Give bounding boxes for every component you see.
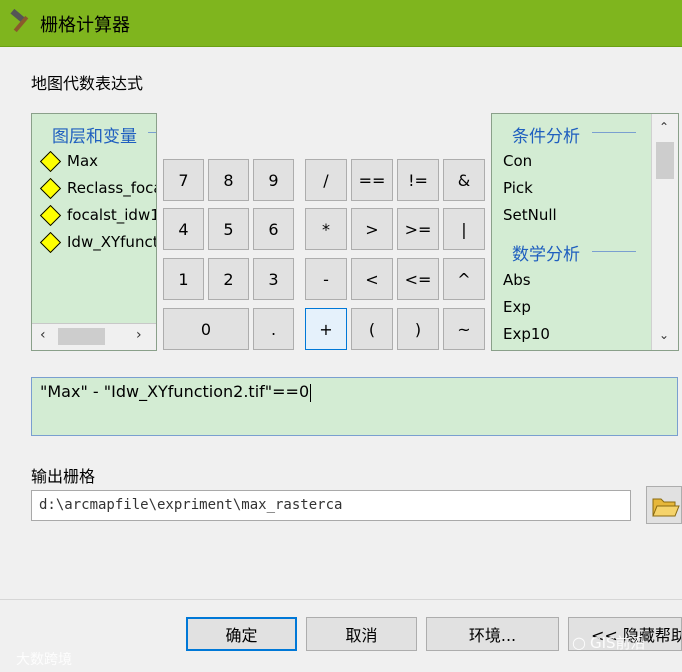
key-greater-equal[interactable]: >= <box>397 208 439 250</box>
watermark-left: 大数跨境 <box>16 649 72 669</box>
key-1[interactable]: 1 <box>163 258 204 300</box>
function-item[interactable]: Exp10 <box>503 325 550 343</box>
key-8[interactable]: 8 <box>208 159 249 201</box>
layer-item[interactable]: focalst_idw1 <box>39 204 157 226</box>
key-greater[interactable]: > <box>351 208 393 250</box>
scrollbar-thumb[interactable] <box>58 328 105 345</box>
key-less-equal[interactable]: <= <box>397 258 439 300</box>
function-item[interactable]: SetNull <box>503 206 557 224</box>
chevron-left-icon[interactable]: ‹ <box>40 327 46 343</box>
key-2[interactable]: 2 <box>208 258 249 300</box>
chevron-down-icon[interactable]: ⌄ <box>659 328 669 342</box>
key-or[interactable]: | <box>443 208 485 250</box>
key-divide[interactable]: / <box>305 159 347 201</box>
open-folder-icon <box>652 498 680 517</box>
watermark-right: ○ GIS前沿 <box>572 632 646 653</box>
output-raster-label: 输出栅格 <box>31 467 96 486</box>
key-7[interactable]: 7 <box>163 159 204 201</box>
window-title: 栅格计算器 <box>40 15 130 36</box>
key-multiply[interactable]: * <box>305 208 347 250</box>
key-3[interactable]: 3 <box>253 258 294 300</box>
raster-layer-icon <box>39 231 62 253</box>
key-6[interactable]: 6 <box>253 208 294 250</box>
wechat-icon: ○ <box>572 633 586 652</box>
key-not[interactable]: ~ <box>443 308 485 350</box>
key-decimal[interactable]: . <box>253 308 294 350</box>
environments-button[interactable]: 环境... <box>426 617 559 651</box>
key-open-paren[interactable]: ( <box>351 308 393 350</box>
header-rule <box>148 132 156 133</box>
ok-button[interactable]: 确定 <box>186 617 297 651</box>
output-raster-input[interactable]: d:\arcmapfile\expriment\max_rasterca <box>31 490 631 521</box>
chevron-up-icon[interactable]: ⌃ <box>659 120 669 134</box>
layer-item[interactable]: Idw_XYfunct <box>39 231 157 253</box>
chevron-right-icon[interactable]: › <box>136 327 142 343</box>
hammer-icon <box>10 9 29 33</box>
layers-header: 图层和变量 <box>52 127 137 147</box>
section-header: 条件分析 <box>512 127 580 147</box>
map-algebra-label: 地图代数表达式 <box>31 74 144 93</box>
header-rule <box>592 251 636 252</box>
layer-item[interactable]: Max <box>39 150 99 172</box>
key-minus[interactable]: - <box>305 258 347 300</box>
key-plus[interactable]: + <box>305 308 347 350</box>
key-9[interactable]: 9 <box>253 159 294 201</box>
key-0[interactable]: 0 <box>163 308 249 350</box>
expression-textbox[interactable]: "Max" - "Idw_XYfunction2.tif"==0 <box>31 377 678 436</box>
key-equal[interactable]: == <box>351 159 393 201</box>
functions-list[interactable]: 条件分析 Con Pick SetNull 数学分析 Abs Exp Exp10… <box>491 113 679 351</box>
key-not-equal[interactable]: != <box>397 159 439 201</box>
section-header: 数学分析 <box>512 245 580 265</box>
scrollbar-thumb[interactable] <box>656 142 674 179</box>
layers-variables-list[interactable]: 图层和变量 Max Reclass_foca focalst_idw1 Idw_… <box>31 113 157 351</box>
divider <box>0 599 682 600</box>
key-close-paren[interactable]: ) <box>397 308 439 350</box>
layer-item[interactable]: Reclass_foca <box>39 177 157 199</box>
layer-name: Idw_XYfunct <box>67 233 157 251</box>
function-item[interactable]: Abs <box>503 271 531 289</box>
raster-layer-icon <box>39 204 62 226</box>
layer-name: Max <box>67 152 99 170</box>
title-bar: 栅格计算器 <box>0 0 682 46</box>
key-xor[interactable]: ^ <box>443 258 485 300</box>
key-less[interactable]: < <box>351 258 393 300</box>
cancel-button[interactable]: 取消 <box>306 617 417 651</box>
function-item[interactable]: Exp <box>503 298 531 316</box>
layer-name: focalst_idw1 <box>67 206 157 224</box>
key-4[interactable]: 4 <box>163 208 204 250</box>
watermark-right-text: GIS前沿 <box>589 634 646 652</box>
browse-button[interactable] <box>646 486 682 524</box>
key-and[interactable]: & <box>443 159 485 201</box>
watermark-left-text: 大数跨境 <box>16 652 72 668</box>
key-5[interactable]: 5 <box>208 208 249 250</box>
horizontal-scrollbar[interactable]: ‹ › <box>32 323 156 350</box>
function-item[interactable]: Con <box>503 152 532 170</box>
vertical-scrollbar[interactable]: ⌃ ⌄ <box>651 114 678 350</box>
output-path: d:\arcmapfile\expriment\max_rasterca <box>39 497 343 513</box>
header-rule <box>592 132 636 133</box>
raster-layer-icon <box>39 150 62 172</box>
text-caret <box>310 383 312 402</box>
function-item[interactable]: Pick <box>503 179 533 197</box>
raster-layer-icon <box>39 177 62 199</box>
layer-name: Reclass_foca <box>67 179 157 197</box>
expression-text: "Max" - "Idw_XYfunction2.tif"==0 <box>40 382 312 402</box>
